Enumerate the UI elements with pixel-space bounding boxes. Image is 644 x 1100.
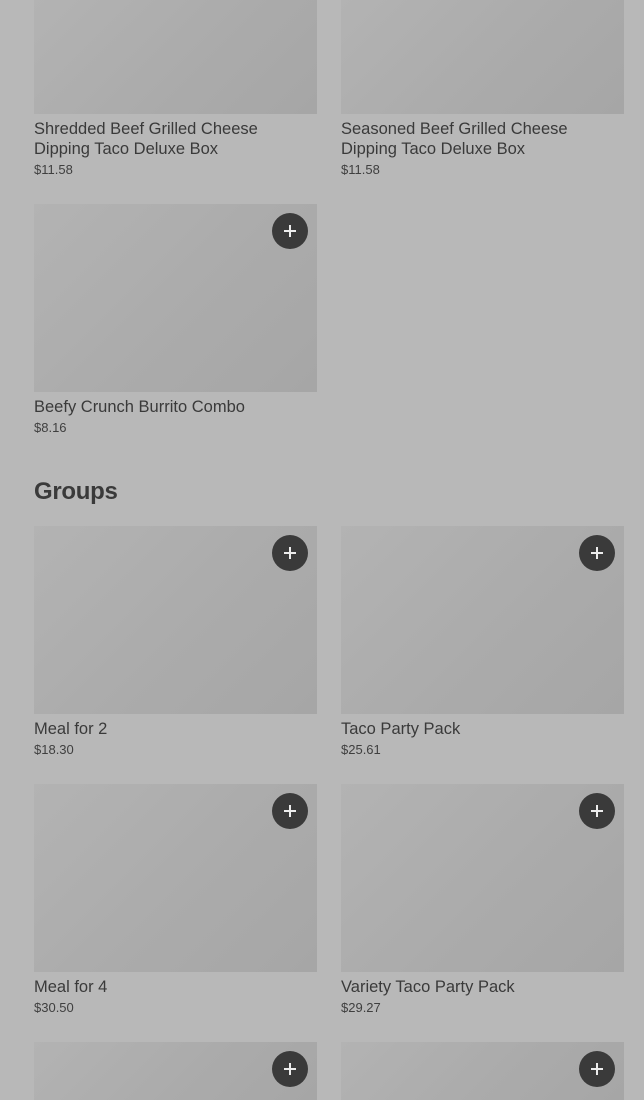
- item-price: $11.58: [341, 162, 380, 177]
- item-price: $25.61: [341, 742, 381, 757]
- plus-icon: [591, 805, 603, 817]
- menu-item-card[interactable]: [341, 1042, 624, 1100]
- item-image: [341, 1042, 624, 1100]
- item-image: [34, 784, 317, 972]
- item-price: $18.30: [34, 742, 74, 757]
- plus-icon: [591, 1063, 603, 1075]
- menu-item-card[interactable]: Variety Taco Party Pack $29.27: [341, 784, 624, 1016]
- item-name: Beefy Crunch Burrito Combo: [34, 398, 245, 416]
- add-to-cart-button[interactable]: [272, 535, 308, 571]
- item-name: Taco Party Pack: [341, 720, 461, 738]
- item-image: [341, 526, 624, 714]
- item-price: $30.50: [34, 1000, 74, 1015]
- add-to-cart-button[interactable]: [272, 1051, 308, 1087]
- item-name: Meal for 4: [34, 978, 108, 996]
- menu-item-card[interactable]: Meal for 4 $30.50: [34, 784, 317, 1016]
- item-name: Variety Taco Party Pack: [341, 978, 515, 996]
- item-image: [341, 0, 624, 114]
- menu-item-card[interactable]: [34, 1042, 317, 1100]
- menu-item-card[interactable]: Taco Party Pack $25.61: [341, 526, 624, 758]
- item-image: [34, 0, 317, 114]
- plus-icon: [284, 225, 296, 237]
- add-to-cart-button[interactable]: [579, 793, 615, 829]
- add-to-cart-button[interactable]: [579, 1051, 615, 1087]
- menu-item-card[interactable]: Meal for 2 $18.30: [34, 526, 317, 758]
- add-to-cart-button[interactable]: [272, 793, 308, 829]
- add-to-cart-button[interactable]: [579, 535, 615, 571]
- plus-icon: [284, 547, 296, 559]
- section-title-groups: Groups: [34, 478, 118, 505]
- plus-icon: [591, 547, 603, 559]
- item-image: [34, 526, 317, 714]
- menu-item-card[interactable]: Seasoned Beef Grilled Cheese Dipping Tac…: [341, 0, 624, 178]
- item-image: [34, 1042, 317, 1100]
- item-image: [341, 784, 624, 972]
- plus-icon: [284, 1063, 296, 1075]
- item-image: [34, 204, 317, 392]
- item-name: Shredded Beef Grilled Cheese Dipping Tac…: [34, 120, 258, 158]
- menu-page: Shredded Beef Grilled Cheese Dipping Tac…: [0, 0, 644, 1100]
- menu-item-card[interactable]: Shredded Beef Grilled Cheese Dipping Tac…: [34, 0, 317, 178]
- menu-item-card[interactable]: Beefy Crunch Burrito Combo $8.16: [34, 204, 317, 436]
- item-price: $11.58: [34, 162, 73, 177]
- item-name: Seasoned Beef Grilled Cheese Dipping Tac…: [341, 120, 568, 158]
- plus-icon: [284, 805, 296, 817]
- add-to-cart-button[interactable]: [272, 213, 308, 249]
- item-price: $8.16: [34, 420, 67, 435]
- item-price: $29.27: [341, 1000, 381, 1015]
- item-name: Meal for 2: [34, 720, 108, 738]
